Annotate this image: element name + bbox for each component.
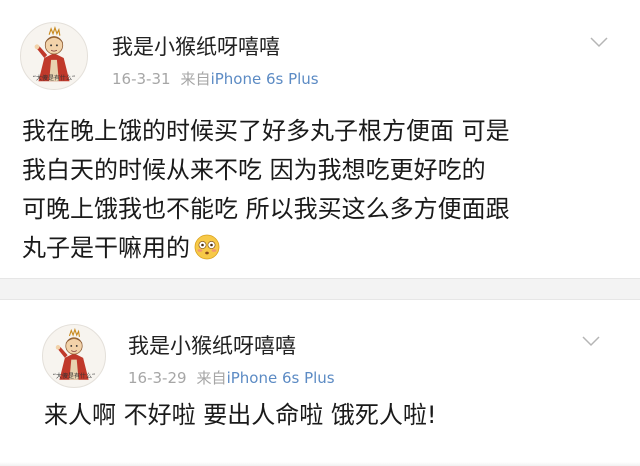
avatar[interactable]: “大傻是有什么” <box>20 22 88 90</box>
source-prefix: 来自 <box>180 70 211 88</box>
username[interactable]: 我是小猴纸呀嘻嘻 <box>128 330 296 360</box>
post-text-line: 来人啊 不好啦 要出人命啦 饿死人啦! <box>44 401 437 429</box>
username[interactable]: 我是小猴纸呀嘻嘻 <box>112 31 280 61</box>
device-link[interactable]: iPhone 6s Plus <box>211 70 319 88</box>
post-text-line: 我在晚上饿的时候买了好多丸子根方便面 可是 <box>22 117 510 145</box>
next-post-edge <box>0 462 640 466</box>
weibo-post[interactable]: “大傻是有什么” 我是小猴纸呀嘻嘻 16-3-31 来自iPhone 6s Plu… <box>0 0 640 278</box>
post-text-line: 可晚上饿我也不能吃 所以我买这么多方便面跟 <box>22 195 510 223</box>
avatar-caption: “大傻是有什么” <box>52 373 96 380</box>
post-meta: 16-3-31 来自iPhone 6s Plus <box>112 68 319 89</box>
post-date: 16-3-29 <box>128 369 187 387</box>
avatar[interactable]: “大傻是有什么” <box>42 324 106 388</box>
post-date: 16-3-31 <box>112 70 171 88</box>
post-text-line: 我白天的时候从来不吃 因为我想吃更好吃的 <box>22 156 486 184</box>
chevron-down-icon[interactable] <box>590 33 608 48</box>
post-separator <box>0 278 640 300</box>
post-meta: 16-3-29 来自iPhone 6s Plus <box>128 367 335 388</box>
post-text: 我在晚上饿的时候买了好多丸子根方便面 可是 我白天的时候从来不吃 因为我想吃更好… <box>22 112 622 268</box>
device-link[interactable]: iPhone 6s Plus <box>227 369 335 387</box>
post-text: 来人啊 不好啦 要出人命啦 饿死人啦! <box>44 396 624 435</box>
post-text-line: 丸子是干嘛用的 <box>22 234 190 262</box>
source-prefix: 来自 <box>196 369 227 387</box>
avatar-caption: “大傻是有什么” <box>32 75 76 82</box>
post-text-line-last: 丸子是干嘛用的 <box>22 229 622 268</box>
weibo-post[interactable]: “大傻是有什么” 我是小猴纸呀嘻嘻 16-3-29 来自iPhone 6s Plu… <box>0 300 640 466</box>
flushed-face-emoji <box>194 234 220 260</box>
chevron-down-icon[interactable] <box>582 332 600 347</box>
